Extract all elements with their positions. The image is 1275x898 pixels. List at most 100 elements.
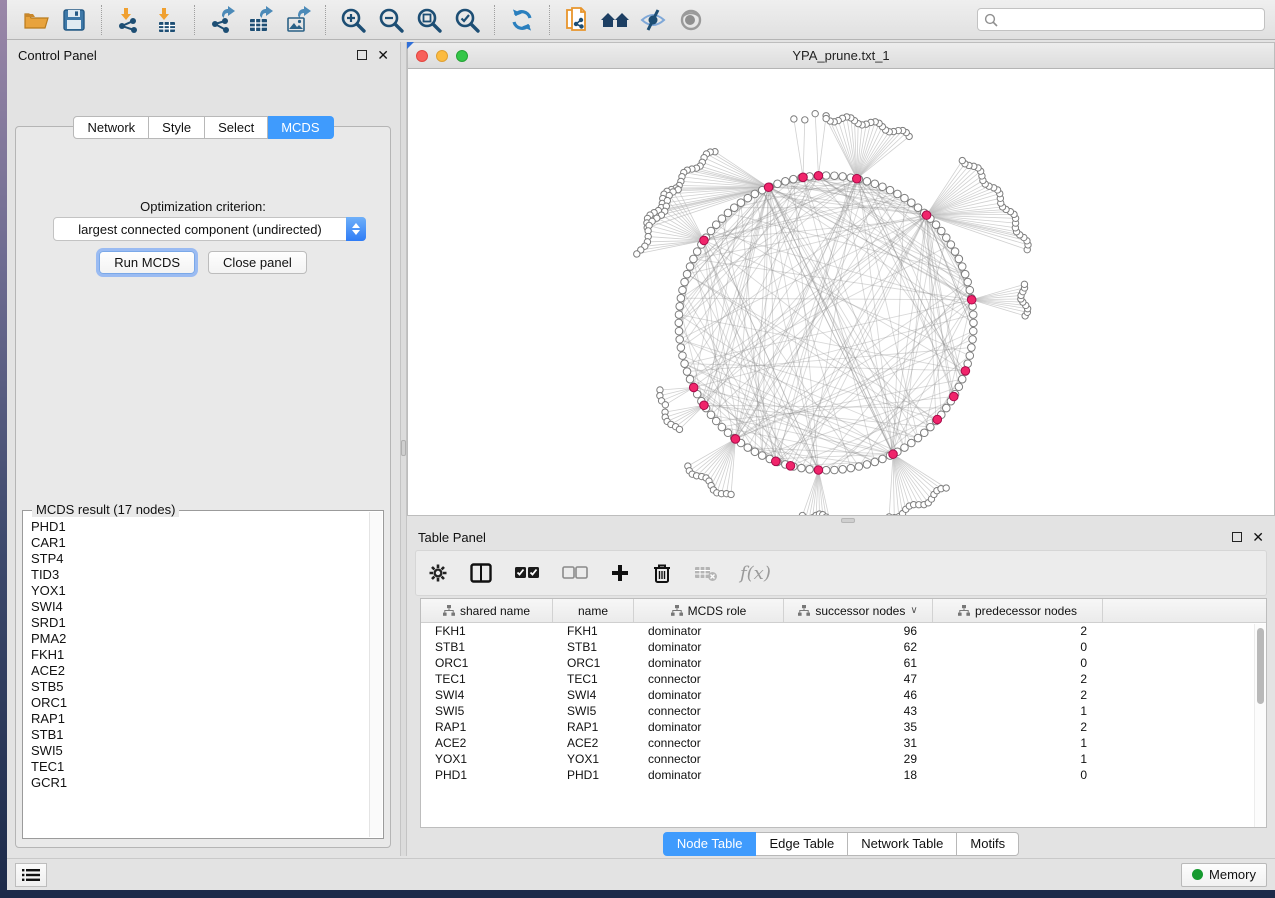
- float-panel-icon[interactable]: [357, 50, 367, 60]
- rim-node[interactable]: [839, 173, 847, 181]
- mcds-hub-node[interactable]: [771, 457, 780, 466]
- leaf-node[interactable]: [799, 512, 805, 515]
- leaf-node[interactable]: [634, 251, 640, 257]
- rim-node[interactable]: [847, 464, 855, 472]
- rim-node[interactable]: [744, 444, 752, 452]
- rim-node[interactable]: [863, 178, 871, 186]
- rim-node[interactable]: [938, 227, 946, 235]
- rim-node[interactable]: [958, 375, 966, 383]
- splitter-grip[interactable]: [841, 518, 855, 523]
- result-scrollbar[interactable]: [369, 512, 382, 837]
- splitter-grip[interactable]: [401, 440, 406, 456]
- rim-node[interactable]: [879, 183, 887, 191]
- table-row[interactable]: PHD1PHD1dominator180: [421, 767, 1266, 783]
- result-node[interactable]: RAP1: [31, 711, 369, 727]
- rim-node[interactable]: [958, 263, 966, 271]
- table-row[interactable]: SWI5SWI5connector431: [421, 703, 1266, 719]
- rim-node[interactable]: [901, 444, 909, 452]
- show-hidden-button[interactable]: [672, 4, 710, 36]
- rim-node[interactable]: [908, 439, 916, 447]
- rim-node[interactable]: [932, 221, 940, 229]
- rim-node[interactable]: [690, 255, 698, 263]
- rim-node[interactable]: [676, 336, 684, 344]
- rim-node[interactable]: [806, 466, 814, 474]
- import-table-button[interactable]: [148, 4, 186, 36]
- clone-network-button[interactable]: [558, 4, 596, 36]
- rim-node[interactable]: [679, 352, 687, 360]
- rim-node[interactable]: [822, 172, 830, 180]
- rim-node[interactable]: [712, 221, 720, 229]
- select-all-icon[interactable]: [514, 564, 540, 582]
- rim-node[interactable]: [774, 180, 782, 188]
- leaf-node[interactable]: [823, 115, 829, 121]
- leaf-node[interactable]: [943, 485, 949, 491]
- tab-style[interactable]: Style: [149, 116, 205, 139]
- mcds-hub-node[interactable]: [889, 450, 898, 459]
- result-node[interactable]: SWI5: [31, 743, 369, 759]
- rim-node[interactable]: [718, 215, 726, 223]
- rim-node[interactable]: [961, 270, 969, 278]
- graph-nodes[interactable]: [634, 111, 1032, 515]
- rim-node[interactable]: [921, 429, 929, 437]
- rim-node[interactable]: [744, 194, 752, 202]
- horizontal-splitter[interactable]: [407, 516, 1275, 524]
- rim-node[interactable]: [969, 336, 977, 344]
- mcds-hub-node[interactable]: [949, 392, 958, 401]
- rim-node[interactable]: [831, 466, 839, 474]
- mcds-hub-node[interactable]: [799, 173, 808, 182]
- rim-node[interactable]: [970, 319, 978, 327]
- export-table-button[interactable]: [241, 4, 279, 36]
- result-node[interactable]: PHD1: [31, 519, 369, 535]
- zoom-out-button[interactable]: [372, 4, 410, 36]
- result-node[interactable]: SWI4: [31, 599, 369, 615]
- search-input[interactable]: [1002, 12, 1258, 27]
- rim-node[interactable]: [955, 383, 963, 391]
- result-node[interactable]: STP4: [31, 551, 369, 567]
- vertical-splitter[interactable]: [400, 42, 407, 856]
- rim-node[interactable]: [969, 311, 977, 319]
- rim-node[interactable]: [964, 278, 972, 286]
- table-settings-gear-icon[interactable]: [428, 563, 448, 583]
- network-canvas[interactable]: [408, 69, 1274, 515]
- rim-node[interactable]: [863, 461, 871, 469]
- hide-selected-button[interactable]: [634, 4, 672, 36]
- rim-node[interactable]: [675, 327, 683, 335]
- column-header-mcds-role[interactable]: MCDS role: [634, 599, 784, 622]
- rim-node[interactable]: [707, 411, 715, 419]
- rim-node[interactable]: [782, 178, 790, 186]
- tab-network-table[interactable]: Network Table: [848, 832, 957, 856]
- leaf-node[interactable]: [812, 111, 818, 117]
- table-row[interactable]: STB1STB1dominator620: [421, 639, 1266, 655]
- rim-node[interactable]: [908, 199, 916, 207]
- rim-node[interactable]: [683, 368, 691, 376]
- table-row[interactable]: YOX1YOX1connector291: [421, 751, 1266, 767]
- rim-node[interactable]: [681, 360, 689, 368]
- rim-node[interactable]: [676, 303, 684, 311]
- rim-node[interactable]: [798, 464, 806, 472]
- mcds-hub-node[interactable]: [731, 435, 740, 444]
- rim-node[interactable]: [966, 352, 974, 360]
- rim-node[interactable]: [879, 455, 887, 463]
- table-row[interactable]: SWI4SWI4dominator462: [421, 687, 1266, 703]
- open-button[interactable]: [17, 4, 55, 36]
- rim-node[interactable]: [871, 180, 879, 188]
- rim-node[interactable]: [675, 311, 683, 319]
- rim-node[interactable]: [675, 319, 683, 327]
- rim-node[interactable]: [679, 286, 687, 294]
- zoom-in-button[interactable]: [334, 4, 372, 36]
- rim-node[interactable]: [951, 248, 959, 256]
- table-row[interactable]: ACE2ACE2connector311: [421, 735, 1266, 751]
- memory-button[interactable]: Memory: [1181, 863, 1267, 887]
- leaf-node[interactable]: [728, 491, 734, 497]
- column-header-predecessor-nodes[interactable]: predecessor nodes: [933, 599, 1103, 622]
- rim-node[interactable]: [966, 286, 974, 294]
- mcds-hub-node[interactable]: [764, 183, 773, 192]
- rim-node[interactable]: [758, 452, 766, 460]
- rim-node[interactable]: [681, 278, 689, 286]
- mcds-hub-node[interactable]: [961, 367, 970, 376]
- show-columns-icon[interactable]: [470, 563, 492, 583]
- result-node[interactable]: SRD1: [31, 615, 369, 631]
- table-row[interactable]: RAP1RAP1dominator352: [421, 719, 1266, 735]
- tab-motifs[interactable]: Motifs: [957, 832, 1019, 856]
- zoom-selected-button[interactable]: [448, 4, 486, 36]
